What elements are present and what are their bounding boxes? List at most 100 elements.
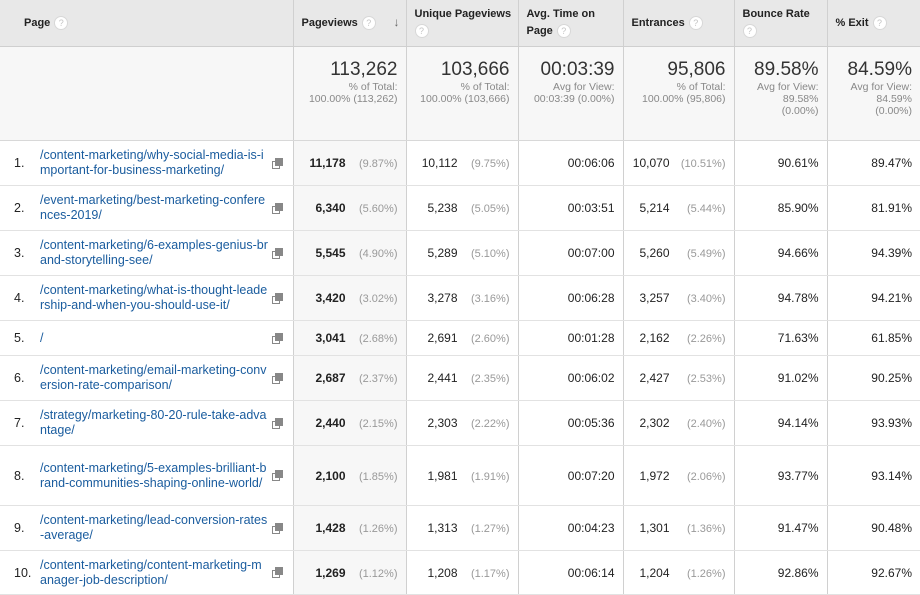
unique-pageviews-value: 1,208	[427, 565, 458, 580]
page-link[interactable]: /event-marketing/best-marketing-conferen…	[40, 193, 268, 223]
help-icon[interactable]: ?	[414, 24, 429, 39]
pageviews-cell: 2,687 (2.37%)	[293, 355, 407, 401]
pageviews-value: 2,687	[315, 371, 346, 385]
total-note: % of Total:	[348, 81, 398, 93]
total-note: 89.58%	[782, 93, 819, 105]
total-unique-pageviews: 103,666% of Total: 100.00% (103,666)	[406, 46, 519, 141]
column-header-avg-time[interactable]: Avg. Time on Page?	[518, 0, 624, 47]
unique-pageviews-percent: (5.05%)	[470, 203, 510, 215]
page-link[interactable]: /content-marketing/6-examples-genius-bra…	[40, 238, 268, 268]
total-note: % of Total:	[460, 81, 510, 93]
total-value: 84.59%	[847, 59, 912, 80]
pageviews-value: 1,269	[315, 565, 346, 580]
column-header-bounce-rate[interactable]: Bounce Rate?	[734, 0, 828, 47]
column-header-entrances[interactable]: Entrances?	[623, 0, 735, 47]
exit-cell: 92.67%	[827, 550, 920, 595]
total-entrances: 95,806% of Total: 100.00% (95,806)	[623, 46, 735, 141]
pageviews-cell: 6,340 (5.60%)	[293, 185, 407, 231]
pageviews-value: 3,041	[315, 331, 346, 345]
entrances-cell: 1,972 (2.06%)	[623, 445, 735, 506]
entrances-percent: (2.53%)	[686, 373, 726, 385]
open-external-icon[interactable]	[272, 332, 284, 344]
entrances-cell: 3,257 (3.40%)	[623, 275, 735, 321]
entrances-percent: (2.26%)	[686, 333, 726, 345]
pageviews-percent: (9.87%)	[358, 158, 398, 170]
table-row: 2. /event-marketing/best-marketing-confe…	[0, 185, 920, 231]
page-link[interactable]: /content-marketing/what-is-thought-leade…	[40, 283, 268, 313]
page-cell: 7. /strategy/marketing-80-20-rule-take-a…	[0, 400, 294, 446]
sort-descending-icon[interactable]: ↓	[394, 14, 400, 31]
avg-time-cell: 00:06:14	[518, 550, 624, 595]
open-external-icon[interactable]	[272, 292, 284, 304]
unique-pageviews-cell: 1,981 (1.91%)	[406, 445, 519, 506]
open-external-icon[interactable]	[272, 372, 284, 384]
page-link[interactable]: /content-marketing/email-marketing-conve…	[40, 363, 268, 393]
unique-pageviews-value: 2,303	[427, 416, 458, 430]
table-row: 6. /content-marketing/email-marketing-co…	[0, 355, 920, 401]
total-note: 00:03:39 (0.00%)	[533, 93, 615, 105]
page-link[interactable]: /content-marketing/why-social-media-is-i…	[40, 148, 268, 178]
pageviews-cell: 1,428 (1.26%)	[293, 505, 407, 551]
table-header: Page? Pageviews? ↓ Unique Pageviews? Avg.…	[0, 0, 920, 47]
open-external-icon[interactable]	[272, 470, 284, 481]
page-cell: 1. /content-marketing/why-social-media-i…	[0, 140, 294, 186]
exit-cell: 93.14%	[827, 445, 920, 506]
page-cell: 2. /event-marketing/best-marketing-confe…	[0, 185, 294, 231]
row-number: 8.	[14, 468, 25, 483]
unique-pageviews-value: 5,289	[427, 246, 458, 260]
open-external-icon[interactable]	[272, 567, 284, 578]
pageviews-value: 6,340	[315, 201, 346, 215]
entrances-percent: (5.49%)	[686, 248, 726, 260]
unique-pageviews-percent: (1.27%)	[470, 523, 510, 535]
page-link[interactable]: /content-marketing/content-marketing-man…	[40, 558, 268, 588]
pageviews-value: 5,545	[315, 246, 346, 260]
total-pageviews: 113,262% of Total: 100.00% (113,262)	[293, 46, 407, 141]
table-row: 7. /strategy/marketing-80-20-rule-take-a…	[0, 400, 920, 446]
total-value: 103,666	[440, 59, 510, 80]
help-icon[interactable]: ?	[742, 24, 757, 39]
open-external-icon[interactable]	[272, 247, 284, 259]
page-link[interactable]: /content-marketing/lead-conversion-rates…	[40, 513, 268, 543]
unique-pageviews-percent: (9.75%)	[470, 158, 510, 170]
open-external-icon[interactable]	[272, 157, 284, 169]
page-cell: 9. /content-marketing/lead-conversion-ra…	[0, 505, 294, 551]
entrances-cell: 2,302 (2.40%)	[623, 400, 735, 446]
help-icon[interactable]: ?	[54, 15, 69, 30]
column-header-unique-pageviews[interactable]: Unique Pageviews?	[406, 0, 519, 47]
open-external-icon[interactable]	[272, 417, 284, 429]
table-row: 8. /content-marketing/5-examples-brillia…	[0, 445, 920, 506]
bounce-rate-cell: 93.77%	[734, 445, 828, 506]
pageviews-cell: 3,420 (3.02%)	[293, 275, 407, 321]
row-number: 7.	[14, 416, 25, 430]
exit-cell: 61.85%	[827, 320, 920, 356]
table-row: 4. /content-marketing/what-is-thought-le…	[0, 275, 920, 321]
row-number: 5.	[14, 331, 25, 345]
help-icon[interactable]: ?	[361, 15, 376, 30]
unique-pageviews-cell: 5,238 (5.05%)	[406, 185, 519, 231]
open-external-icon[interactable]	[272, 202, 284, 214]
total-note: 100.00% (103,666)	[420, 93, 510, 105]
avg-time-cell: 00:01:28	[518, 320, 624, 356]
bounce-rate-cell: 94.14%	[734, 400, 828, 446]
help-icon[interactable]: ?	[872, 15, 887, 30]
help-icon[interactable]: ?	[556, 24, 571, 39]
total-avg-time: 00:03:39 Avg for View: 00:03:39 (0.00%)	[518, 46, 624, 141]
help-icon[interactable]: ?	[688, 15, 703, 30]
pageviews-cell: 3,041 (2.68%)	[293, 320, 407, 356]
page-link[interactable]: /	[40, 331, 268, 346]
bounce-rate-cell: 94.78%	[734, 275, 828, 321]
total-bounce-rate: 89.58% Avg for View: 89.58% (0.00%)	[734, 46, 828, 141]
unique-pageviews-value: 2,441	[427, 371, 458, 385]
analytics-page-table: Page? Pageviews? ↓ Unique Pageviews? Avg.…	[0, 0, 920, 595]
column-header-page[interactable]: Page?	[0, 0, 294, 47]
column-label: Page	[24, 16, 51, 29]
open-external-icon[interactable]	[272, 522, 284, 534]
page-link[interactable]: /content-marketing/5-examples-brilliant-…	[40, 461, 268, 491]
entrances-value: 2,427	[639, 371, 670, 385]
page-link[interactable]: /strategy/marketing-80-20-rule-take-adva…	[40, 408, 268, 438]
column-header-exit[interactable]: % Exit?	[827, 0, 920, 47]
bounce-rate-cell: 71.63%	[734, 320, 828, 356]
entrances-value: 5,260	[639, 246, 670, 260]
column-header-pageviews[interactable]: Pageviews? ↓	[293, 0, 407, 47]
page-cell: 4. /content-marketing/what-is-thought-le…	[0, 275, 294, 321]
